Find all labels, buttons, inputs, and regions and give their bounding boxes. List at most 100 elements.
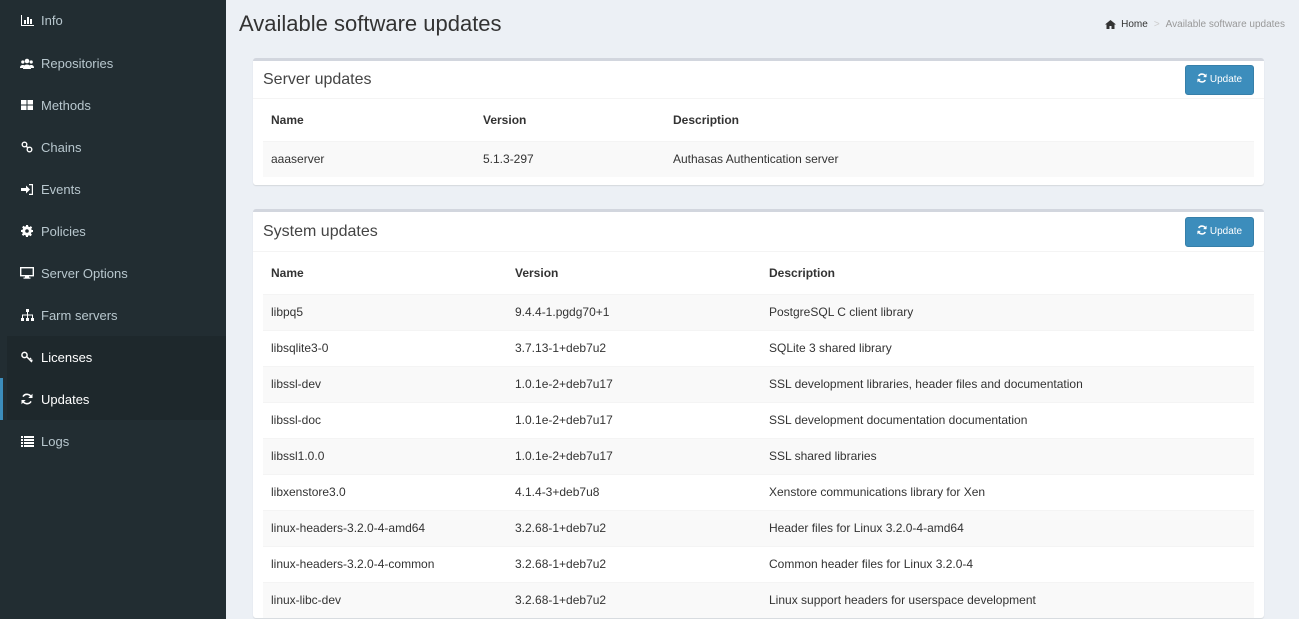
table-row: libpq5 9.4.4-1.pgdg70+1 PostgreSQL C clien… [263,293,1254,330]
server-update-button-label: Update [1209,74,1243,85]
cell-description: Header files for Linux 3.2.0-4-amd64 [761,509,1254,546]
sitemap-icon [19,308,35,322]
table-row: libsqlite3-0 3.7.13-1+deb7u2 SQLite 3 shar… [263,329,1254,366]
cell-description: SSL development documentation documentat… [761,401,1254,438]
sidebar-item-label: Server Options [41,265,128,281]
bar-chart-icon [19,13,35,27]
column-header-name: Name [271,112,304,127]
column-header-description: Description [673,112,740,127]
cell-name: libpq5 [263,293,507,330]
system-updates-title: System updates [263,222,378,240]
desktop-icon [19,266,35,280]
cell-version: 1.0.1e-2+deb7u17 [507,401,761,438]
sidebar-item-label: Events [41,181,81,197]
breadcrumb-separator: > [1153,18,1160,30]
sidebar-item-label: Policies [41,223,86,239]
cell-name: libssl-dev [263,365,507,402]
sidebar-item-updates[interactable]: Updates [0,378,226,420]
sidebar-item-info[interactable]: Info [7,0,226,42]
chain-icon [19,140,35,154]
refresh-icon [1197,225,1207,238]
table-row: aaaserver 5.1.3-297 Authasas Authenticatio… [263,140,1254,177]
cell-description: PostgreSQL C client library [761,293,1254,330]
column-header-version: Version [483,112,527,127]
refresh-icon [1197,73,1207,86]
cell-description: Authasas Authentication server [665,140,1254,177]
cell-description: SSL shared libraries [761,437,1254,474]
sidebar-item-label: Licenses [41,349,93,365]
sidebar-item-label: Chains [41,139,82,155]
cell-name: linux-libc-dev [263,581,507,618]
sidebar-item-label: Logs [41,433,70,449]
sidebar-item-server-options[interactable]: Server Options [7,252,226,294]
cell-description: SSL development libraries, header files … [761,365,1254,402]
cell-version: 1.0.1e-2+deb7u17 [507,365,761,402]
sidebar-item-licenses[interactable]: Licenses [7,336,226,378]
server-updates-rows: aaaserver 5.1.3-297 Authasas Authenticatio… [263,140,1254,177]
breadcrumb-current: Available software updates [1165,18,1285,30]
cell-version: 1.0.1e-2+deb7u17 [507,437,761,474]
breadcrumb-home[interactable]: Home [1105,19,1148,30]
cell-version: 3.2.68-1+deb7u2 [507,581,761,618]
server-updates-table: Name Version Description aaaserver 5.1.3-… [263,99,1254,177]
column-header-version: Version [515,265,559,280]
home-icon [1105,19,1117,29]
cell-name: libsqlite3-0 [263,329,507,366]
system-updates-box: System updates Update Name Version Descr… [253,209,1264,618]
system-updates-rows: libpq5 9.4.4-1.pgdg70+1 PostgreSQL C clien… [263,293,1254,618]
cell-version: 4.1.4-3+deb7u8 [507,473,761,510]
server-update-button[interactable]: Update [1185,64,1254,95]
sidebar-item-logs[interactable]: Logs [7,420,226,462]
page-title: Available software updates [239,11,502,36]
cell-description: Linux support headers for userspace deve… [761,581,1254,618]
system-updates-table: Name Version Description libpq5 9.4.4-1.p… [263,252,1254,618]
table-row: libxenstore3.0 4.1.4-3+deb7u8 Xenstore com… [263,473,1254,510]
cell-name: linux-headers-3.2.0-4-common [263,545,507,582]
table-row: linux-headers-3.2.0-4-amd64 3.2.68-1+deb7… [263,509,1254,546]
cell-description: Common header files for Linux 3.2.0-4 [761,545,1254,582]
server-updates-header: Server updates Update [253,61,1264,99]
cog-icon [19,224,35,238]
sign-in-icon [19,182,35,196]
cell-name: libssl-doc [263,401,507,438]
cell-name: libssl1.0.0 [263,437,507,474]
cell-name: aaaserver [263,140,475,177]
sidebar: Info Repositories Methods Chains Events … [0,0,226,619]
breadcrumb: Home > Available software updates [1105,19,1285,30]
sidebar-item-events[interactable]: Events [7,168,226,210]
main-content: Available software updates Home > Availa… [226,0,1299,619]
system-update-button[interactable]: Update [1185,216,1254,247]
sidebar-item-chains[interactable]: Chains [7,126,226,168]
system-updates-header: System updates Update [253,212,1264,252]
cell-description: SQLite 3 shared library [761,329,1254,366]
sidebar-item-label: Info [41,12,63,28]
refresh-icon [19,392,35,406]
server-updates-box: Server updates Update Name Version Descr… [253,58,1264,185]
th-large-icon [19,98,35,112]
table-header-row: Name Version Description [263,99,1254,141]
sidebar-item-label: Methods [41,97,91,113]
sidebar-item-methods[interactable]: Methods [7,84,226,126]
cell-description: Xenstore communications library for Xen [761,473,1254,510]
sidebar-item-policies[interactable]: Policies [7,210,226,252]
sidebar-item-farm-servers[interactable]: Farm servers [7,294,226,336]
column-header-name: Name [271,265,304,280]
sidebar-item-repositories[interactable]: Repositories [7,42,226,84]
key-icon [19,350,35,364]
sidebar-item-label: Farm servers [41,307,118,323]
cell-version: 5.1.3-297 [475,140,665,177]
table-row: libssl1.0.0 1.0.1e-2+deb7u17 SSL shared li… [263,437,1254,474]
cell-name: libxenstore3.0 [263,473,507,510]
table-row: linux-headers-3.2.0-4-common 3.2.68-1+deb… [263,545,1254,582]
column-header-description: Description [769,265,836,280]
cell-version: 9.4.4-1.pgdg70+1 [507,293,761,330]
table-row: libssl-dev 1.0.1e-2+deb7u17 SSL developmen… [263,365,1254,402]
breadcrumb-home-label: Home [1121,18,1148,30]
users-icon [19,56,35,70]
table-header-row: Name Version Description [263,252,1254,294]
table-row: linux-libc-dev 3.2.68-1+deb7u2 Linux suppo… [263,581,1254,618]
content-header: Available software updates Home > Availa… [226,0,1299,48]
list-icon [19,434,35,448]
table-row: libssl-doc 1.0.1e-2+deb7u17 SSL developmen… [263,401,1254,438]
sidebar-item-label: Updates [41,391,90,407]
